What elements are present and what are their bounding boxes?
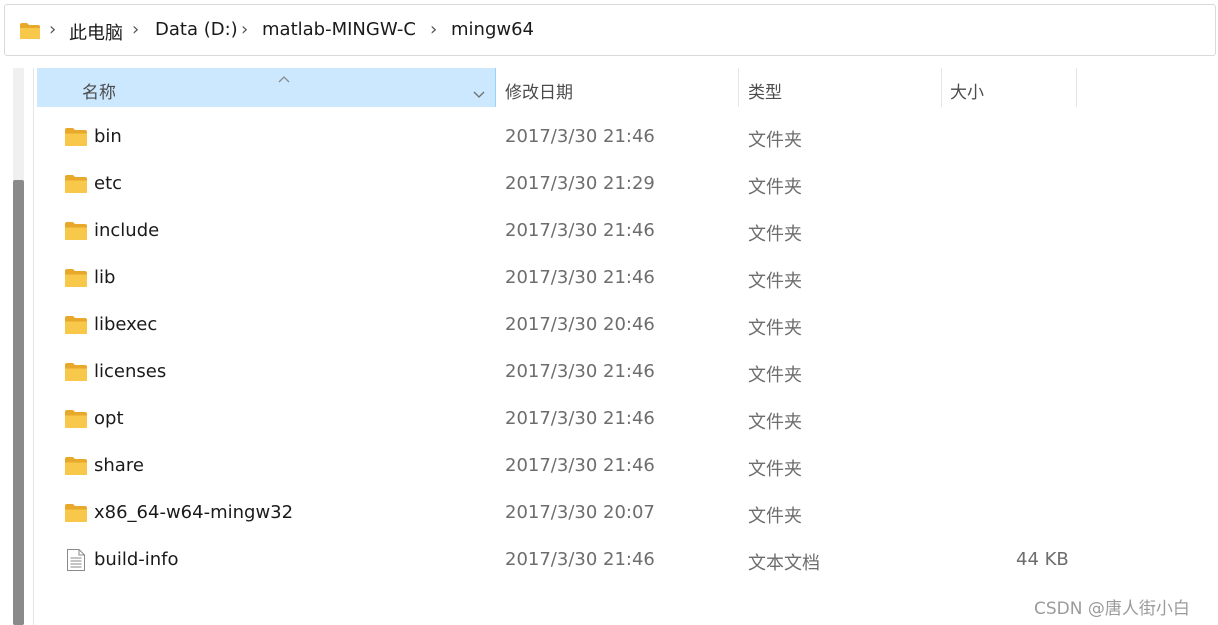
list-item[interactable]: opt 2017/3/30 21:46 文件夹 bbox=[37, 397, 1197, 444]
file-name: x86_64-w64-mingw32 bbox=[94, 502, 294, 523]
file-date: 2017/3/30 20:07 bbox=[505, 502, 655, 523]
folder-icon bbox=[64, 409, 88, 433]
folder-icon bbox=[64, 456, 88, 480]
file-type: 文件夹 bbox=[748, 224, 802, 245]
file-date: 2017/3/30 21:46 bbox=[505, 220, 655, 241]
column-divider[interactable] bbox=[1076, 68, 1077, 107]
column-name-label: 名称 bbox=[82, 83, 116, 103]
column-size-label: 大小 bbox=[950, 83, 984, 103]
folder-icon bbox=[64, 221, 88, 245]
chevron-right-icon[interactable]: › bbox=[132, 19, 139, 40]
chevron-right-icon[interactable]: › bbox=[430, 19, 437, 40]
file-date: 2017/3/30 20:46 bbox=[505, 314, 655, 335]
list-item[interactable]: lib 2017/3/30 21:46 文件夹 bbox=[37, 256, 1197, 303]
file-name: bin bbox=[94, 126, 122, 147]
folder-icon bbox=[64, 127, 88, 151]
file-date: 2017/3/30 21:29 bbox=[505, 173, 655, 194]
folder-icon bbox=[64, 503, 88, 527]
file-type: 文件夹 bbox=[748, 130, 802, 151]
list-item[interactable]: x86_64-w64-mingw32 2017/3/30 20:07 文件夹 bbox=[37, 491, 1197, 538]
folder-icon bbox=[64, 268, 88, 292]
chevron-right-icon[interactable]: › bbox=[49, 19, 56, 40]
chevron-down-icon[interactable] bbox=[473, 84, 485, 104]
file-type: 文件夹 bbox=[748, 506, 802, 527]
folder-icon bbox=[19, 22, 41, 44]
column-header-name[interactable]: 名称 bbox=[37, 68, 496, 107]
list-item[interactable]: etc 2017/3/30 21:29 文件夹 bbox=[37, 162, 1197, 209]
file-date: 2017/3/30 21:46 bbox=[505, 408, 655, 429]
list-item[interactable]: include 2017/3/30 21:46 文件夹 bbox=[37, 209, 1197, 256]
breadcrumb-this-pc[interactable]: 此电脑 bbox=[69, 19, 123, 45]
pane-divider[interactable] bbox=[33, 68, 34, 625]
file-date: 2017/3/30 21:46 bbox=[505, 126, 655, 147]
column-header-date[interactable]: 修改日期 bbox=[496, 68, 739, 107]
file-name: libexec bbox=[94, 314, 158, 335]
file-date: 2017/3/30 21:46 bbox=[505, 361, 655, 382]
breadcrumb-data-drive[interactable]: Data (D:) bbox=[155, 19, 238, 40]
column-header: 名称 修改日期 类型 大小 bbox=[37, 68, 1218, 107]
file-name: lib bbox=[94, 267, 116, 288]
list-item[interactable]: libexec 2017/3/30 20:46 文件夹 bbox=[37, 303, 1197, 350]
list-item[interactable]: bin 2017/3/30 21:46 文件夹 bbox=[37, 115, 1197, 162]
chevron-right-icon[interactable]: › bbox=[241, 19, 248, 40]
folder-icon bbox=[64, 174, 88, 198]
file-name: build-info bbox=[94, 549, 179, 570]
file-date: 2017/3/30 21:46 bbox=[505, 549, 655, 570]
file-name: include bbox=[94, 220, 160, 241]
column-date-label: 修改日期 bbox=[505, 83, 573, 103]
file-name: share bbox=[94, 455, 144, 476]
address-bar[interactable]: › 此电脑 › Data (D:) › matlab-MINGW-C › min… bbox=[4, 4, 1216, 56]
file-name: licenses bbox=[94, 361, 167, 382]
file-date: 2017/3/30 21:46 bbox=[505, 267, 655, 288]
file-size: 44 KB bbox=[1016, 549, 1069, 570]
file-name: opt bbox=[94, 408, 124, 429]
file-date: 2017/3/30 21:46 bbox=[505, 455, 655, 476]
file-type: 文本文档 bbox=[748, 553, 820, 574]
file-type: 文件夹 bbox=[748, 459, 802, 480]
list-item[interactable]: build-info 2017/3/30 21:46 文本文档 44 KB bbox=[37, 538, 1197, 585]
file-type: 文件夹 bbox=[748, 318, 802, 339]
file-type: 文件夹 bbox=[748, 271, 802, 292]
column-header-type[interactable]: 类型 bbox=[739, 68, 942, 107]
column-type-label: 类型 bbox=[748, 83, 782, 103]
file-name: etc bbox=[94, 173, 123, 194]
watermark: CSDN @唐人街小白 bbox=[1034, 599, 1190, 619]
sort-ascending-icon bbox=[278, 68, 290, 88]
folder-icon bbox=[64, 362, 88, 386]
list-item[interactable]: share 2017/3/30 21:46 文件夹 bbox=[37, 444, 1197, 491]
column-header-size[interactable]: 大小 bbox=[942, 68, 1076, 107]
text-file-icon bbox=[66, 548, 86, 576]
breadcrumb-matlab-mingw-c[interactable]: matlab-MINGW-C bbox=[262, 19, 416, 40]
file-type: 文件夹 bbox=[748, 365, 802, 386]
nav-scrollbar-thumb[interactable] bbox=[13, 180, 24, 625]
file-type: 文件夹 bbox=[748, 412, 802, 433]
folder-icon bbox=[64, 315, 88, 339]
list-item[interactable]: licenses 2017/3/30 21:46 文件夹 bbox=[37, 350, 1197, 397]
file-type: 文件夹 bbox=[748, 177, 802, 198]
breadcrumb-mingw64[interactable]: mingw64 bbox=[451, 19, 534, 40]
